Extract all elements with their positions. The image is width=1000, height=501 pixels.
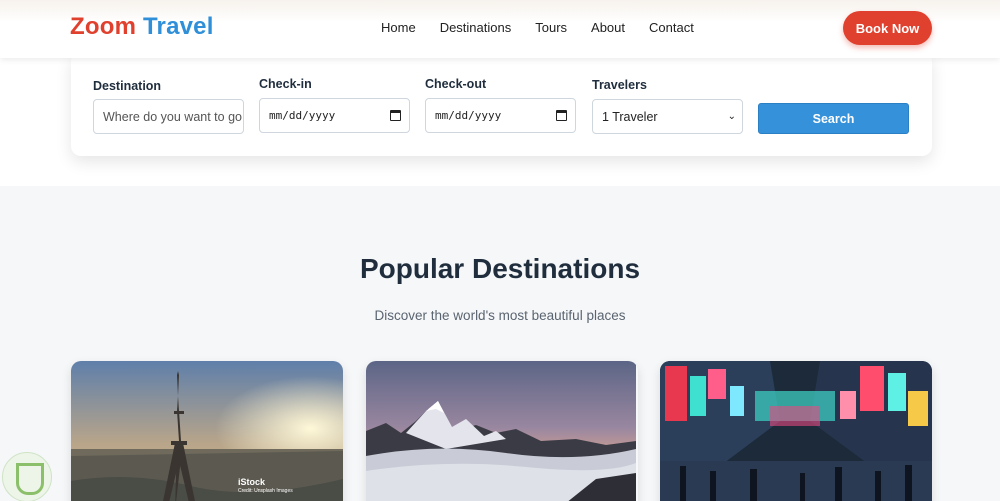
neon-city-image [660,361,932,501]
calendar-icon[interactable] [556,110,567,121]
main-nav: Home Destinations Tours About Contact [381,20,718,35]
destination-label: Destination [93,79,162,93]
logo-word-2: Travel [143,13,214,40]
checkout-label: Check-out [425,77,487,91]
search-button[interactable]: Search [758,103,909,134]
section-subtitle: Discover the world's most beautiful plac… [374,308,626,323]
image-watermark: iStock [238,477,266,487]
nav-home[interactable]: Home [381,20,416,35]
checkin-input[interactable]: mm/dd/yyyy [259,98,410,133]
checkin-field: Check-in [259,77,312,91]
mountain-image [366,361,636,501]
destination-input[interactable]: Where do you want to go [93,99,244,134]
security-badge-icon [2,452,52,501]
site-header: Zoom Travel Home Destinations Tours Abou… [0,0,1000,58]
checkout-input[interactable]: mm/dd/yyyy [425,98,576,133]
travelers-value: 1 Traveler [602,109,658,124]
calendar-icon[interactable] [390,110,401,121]
travelers-select[interactable]: 1 Traveler ⌄ [592,99,743,134]
image-credit: Credit: Unsplash Images [238,488,293,494]
nav-tours[interactable]: Tours [535,20,567,35]
nav-contact[interactable]: Contact [649,20,694,35]
destination-card-city[interactable] [660,361,932,501]
nav-about[interactable]: About [591,20,625,35]
eiffel-tower-image: iStock Credit: Unsplash Images [71,361,343,501]
destination-card-mountains[interactable] [366,361,638,501]
destination-card-paris[interactable]: iStock Credit: Unsplash Images [71,361,343,501]
checkout-value: mm/dd/yyyy [435,109,502,122]
logo[interactable]: Zoom Travel [70,13,214,41]
travelers-field: Travelers [592,78,647,92]
section-title: Popular Destinations [359,253,641,284]
destination-placeholder: Where do you want to go [103,109,242,124]
travelers-label: Travelers [592,78,647,92]
destination-field: Destination [93,79,161,93]
search-form: Destination Where do you want to go Chec… [71,52,932,156]
book-now-button[interactable]: Book Now [843,11,932,45]
checkin-value: mm/dd/yyyy [269,109,336,122]
logo-word-1: Zoom [70,13,137,40]
chevron-down-icon: ⌄ [727,111,736,122]
nav-destinations[interactable]: Destinations [440,20,512,35]
checkin-label: Check-in [259,77,312,91]
checkout-field: Check-out [425,77,486,91]
